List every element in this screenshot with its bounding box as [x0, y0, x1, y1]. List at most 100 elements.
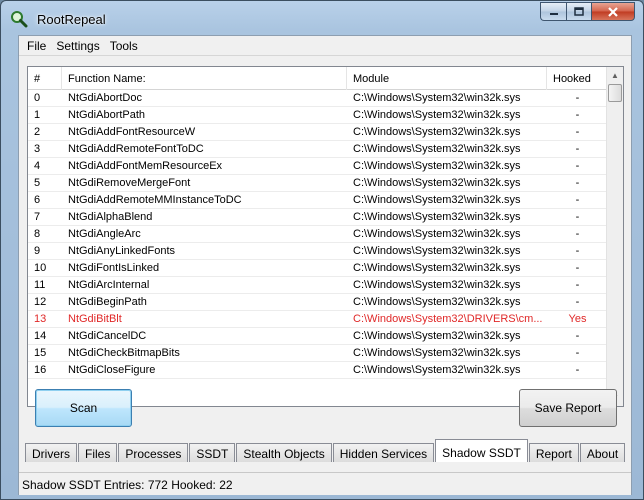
menu-bar: File Settings Tools: [19, 36, 631, 56]
row-function-name: NtGdiArcInternal: [68, 279, 150, 291]
table-row[interactable]: 14 NtGdiCancelDC C:\Windows\System32\win32…: [28, 328, 608, 345]
table-row[interactable]: 12 NtGdiBeginPath C:\Windows\System32\win3…: [28, 294, 608, 311]
tab-shadow-ssdt[interactable]: Shadow SSDT: [435, 439, 528, 462]
row-hooked: -: [575, 211, 580, 223]
row-number: 0: [34, 92, 41, 104]
menu-tools[interactable]: Tools: [102, 36, 138, 55]
row-function-name: NtGdiAddRemoteMMInstanceToDC: [68, 194, 242, 206]
row-module: C:\Windows\System32\win32k.sys: [353, 245, 521, 257]
menu-settings[interactable]: Settings: [48, 36, 99, 55]
row-function-name: NtGdiCancelDC: [68, 330, 147, 342]
minimize-button[interactable]: [540, 2, 566, 21]
row-number: 14: [34, 330, 47, 342]
maximize-button[interactable]: [566, 2, 591, 21]
column-header-module[interactable]: Module: [347, 67, 547, 90]
row-function-name: NtGdiBitBlt: [68, 313, 122, 325]
row-hooked: -: [575, 296, 580, 308]
row-module: C:\Windows\System32\DRIVERS\cm...: [353, 313, 543, 325]
row-function-name: NtGdiAddFontResourceW: [68, 126, 196, 138]
row-hooked: Yes: [568, 313, 587, 325]
row-hooked: -: [575, 177, 580, 189]
table-row[interactable]: 2 NtGdiAddFontResourceW C:\Windows\System3…: [28, 124, 608, 141]
tab-processes[interactable]: Processes: [118, 443, 189, 462]
row-function-name: NtGdiAbortPath: [68, 109, 146, 121]
row-hooked: -: [575, 364, 580, 376]
status-bar: Shadow SSDT Entries: 772 Hooked: 22: [19, 472, 631, 495]
row-function-name: NtGdiAddFontMemResourceEx: [68, 160, 223, 172]
table-row[interactable]: 16 NtGdiCloseFigure C:\Windows\System32\wi…: [28, 362, 608, 379]
table-row[interactable]: 0 NtGdiAbortDoc C:\Windows\System32\win32k…: [28, 90, 608, 107]
column-header-hooked[interactable]: Hooked: [547, 67, 608, 90]
row-module: C:\Windows\System32\win32k.sys: [353, 228, 521, 240]
tab-files[interactable]: Files: [78, 443, 118, 462]
row-module: C:\Windows\System32\win32k.sys: [353, 126, 521, 138]
close-button[interactable]: [591, 2, 635, 21]
table-row[interactable]: 7 NtGdiAlphaBlend C:\Windows\System32\win3…: [28, 209, 608, 226]
save-report-button[interactable]: Save Report: [519, 389, 617, 427]
row-hooked: -: [575, 143, 580, 155]
row-module: C:\Windows\System32\win32k.sys: [353, 160, 521, 172]
tab-hidden-services[interactable]: Hidden Services: [332, 443, 435, 462]
shadow-ssdt-list[interactable]: # Function Name: Module Hooked 0 NtGdiAbo…: [28, 67, 608, 406]
row-function-name: NtGdiBeginPath: [68, 296, 147, 308]
list-rows: 0 NtGdiAbortDoc C:\Windows\System32\win32k…: [28, 90, 608, 379]
row-hooked: -: [575, 262, 580, 274]
row-module: C:\Windows\System32\win32k.sys: [353, 109, 521, 121]
row-hooked: -: [575, 347, 580, 359]
tab-ssdt[interactable]: SSDT: [189, 443, 236, 462]
row-hooked: -: [575, 92, 580, 104]
tab-drivers[interactable]: Drivers: [25, 443, 77, 462]
minimize-icon: [549, 12, 558, 15]
row-module: C:\Windows\System32\win32k.sys: [353, 347, 521, 359]
title-bar[interactable]: RootRepeal: [1, 1, 643, 35]
row-function-name: NtGdiAlphaBlend: [68, 211, 153, 223]
tab-about[interactable]: About: [579, 443, 626, 462]
row-hooked: -: [575, 330, 580, 342]
row-number: 9: [34, 245, 41, 257]
vertical-scrollbar[interactable]: ▲ ▼: [606, 67, 623, 406]
row-number: 6: [34, 194, 41, 206]
close-icon: [608, 6, 618, 17]
tab-report[interactable]: Report: [528, 443, 579, 462]
scroll-up-icon[interactable]: ▲: [607, 67, 623, 84]
magnifier-icon: [11, 11, 28, 28]
row-number: 4: [34, 160, 41, 172]
table-row[interactable]: 9 NtGdiAnyLinkedFonts C:\Windows\System32\…: [28, 243, 608, 260]
row-module: C:\Windows\System32\win32k.sys: [353, 92, 521, 104]
table-row[interactable]: 15 NtGdiCheckBitmapBits C:\Windows\System3…: [28, 345, 608, 362]
table-row[interactable]: 6 NtGdiAddRemoteMMInstanceToDC C:\Windows\…: [28, 192, 608, 209]
client-area: File Settings Tools # Function Name: Mod…: [18, 35, 632, 495]
table-row[interactable]: 10 NtGdiFontIsLinked C:\Windows\System32\w…: [28, 260, 608, 277]
tab-stealth-objects[interactable]: Stealth Objects: [236, 443, 332, 462]
row-number: 10: [34, 262, 47, 274]
results-panel: # Function Name: Module Hooked 0 NtGdiAbo…: [27, 66, 624, 407]
row-number: 5: [34, 177, 41, 189]
column-header-number[interactable]: #: [28, 67, 62, 90]
column-header-function-name[interactable]: Function Name:: [62, 67, 347, 90]
table-row[interactable]: 11 NtGdiArcInternal C:\Windows\System32\wi…: [28, 277, 608, 294]
row-function-name: NtGdiCheckBitmapBits: [68, 347, 180, 359]
scroll-thumb[interactable]: [608, 84, 622, 102]
row-module: C:\Windows\System32\win32k.sys: [353, 279, 521, 291]
table-row[interactable]: 13 NtGdiBitBlt C:\Windows\System32\DRIVERS…: [28, 311, 608, 328]
row-module: C:\Windows\System32\win32k.sys: [353, 296, 521, 308]
row-function-name: NtGdiAddRemoteFontToDC: [68, 143, 204, 155]
row-number: 15: [34, 347, 47, 359]
table-row[interactable]: 5 NtGdiRemoveMergeFont C:\Windows\System32…: [28, 175, 608, 192]
row-number: 11: [34, 279, 46, 291]
table-row[interactable]: 8 NtGdiAngleArc C:\Windows\System32\win32k…: [28, 226, 608, 243]
scan-button[interactable]: Scan: [35, 389, 132, 427]
window-title: RootRepeal: [37, 12, 106, 27]
table-row[interactable]: 3 NtGdiAddRemoteFontToDC C:\Windows\System…: [28, 141, 608, 158]
row-hooked: -: [575, 160, 580, 172]
row-function-name: NtGdiAngleArc: [68, 228, 141, 240]
row-hooked: -: [575, 279, 580, 291]
row-module: C:\Windows\System32\win32k.sys: [353, 262, 521, 274]
table-row[interactable]: 1 NtGdiAbortPath C:\Windows\System32\win32…: [28, 107, 608, 124]
row-function-name: NtGdiFontIsLinked: [68, 262, 160, 274]
status-text: Shadow SSDT Entries: 772 Hooked: 22: [22, 478, 233, 492]
row-number: 13: [34, 313, 47, 325]
table-row[interactable]: 4 NtGdiAddFontMemResourceEx C:\Windows\Sys…: [28, 158, 608, 175]
row-hooked: -: [575, 109, 580, 121]
menu-file[interactable]: File: [19, 36, 46, 55]
